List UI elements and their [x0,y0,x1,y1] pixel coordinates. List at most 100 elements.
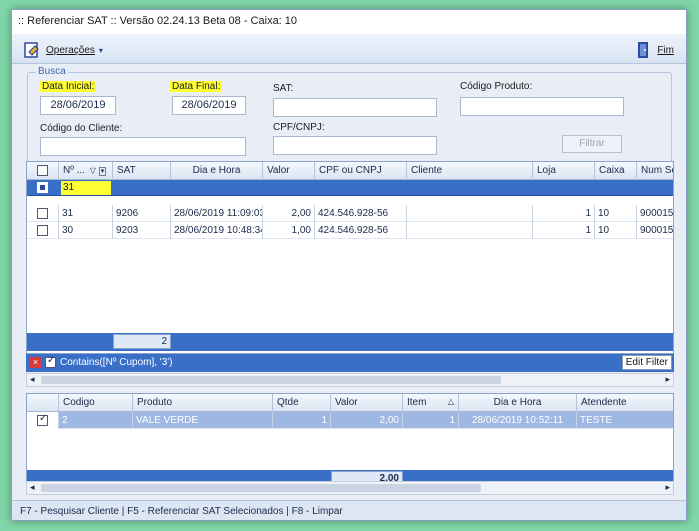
cupons-h-scrollbar[interactable]: ◂ ▸ [26,373,674,387]
col-cpf[interactable]: CPF ou CNPJ [315,162,407,180]
col-atendente[interactable]: Atendente [577,394,673,412]
col-qtde[interactable]: Qtde [273,394,331,412]
app-window: :: Referenciar SAT :: Versão 02.24.13 Be… [11,9,687,521]
menu-fim-label: Fim [657,44,674,56]
sat-field[interactable] [273,98,437,117]
clear-filter-icon[interactable]: × [30,357,41,368]
codigo-produto-field[interactable] [460,97,624,116]
cpf-cnpj-field[interactable] [273,136,437,155]
cell-dia-hora: 28/06/2019 10:48:34 [171,222,263,239]
sort-desc-icon: ▽ [89,166,96,175]
scroll-left-icon[interactable]: ◂ [30,482,35,493]
cell-produto: VALE VERDE [133,412,273,429]
scroll-thumb[interactable] [41,484,481,492]
col-num-cupom-label: Nº ... [63,165,85,176]
data-inicial-field[interactable]: 28/06/2019 [40,96,116,115]
cell-caixa: 10 [595,205,637,222]
col-sat[interactable]: SAT [113,162,171,180]
chevron-down-icon: ▾ [98,45,103,55]
cell-sat: 9203 [113,222,171,239]
menu-fim[interactable]: Fim [635,41,674,59]
table-row[interactable]: 30 9203 28/06/2019 10:48:34 1,00 424.546… [27,222,673,239]
cpf-cnpj-label: CPF/CNPJ: [273,122,325,133]
exit-door-icon [638,42,649,58]
scroll-left-icon[interactable]: ◂ [30,374,35,385]
row-checkbox[interactable] [37,225,48,236]
data-inicial-label: Data Inicial: [40,81,97,92]
scroll-thumb[interactable] [41,376,501,384]
cupons-grid-header: Nº ... ▽ ▾ SAT Dia e Hora Valor CPF ou C… [27,162,673,180]
cell-loja: 1 [533,205,595,222]
cell-valor: 1,00 [263,222,315,239]
select-all-checkbox[interactable] [37,165,48,176]
table-row[interactable]: ✓ 2 VALE VERDE 1 2,00 1 28/06/2019 10:52… [27,412,673,429]
cell-loja: 1 [533,222,595,239]
col-dia-hora[interactable]: Dia e Hora [171,162,263,180]
cell-item: 1 [403,412,459,429]
col-num-serie[interactable]: Num Sér [637,162,673,180]
cell-valor: 2,00 [331,412,403,429]
cell-caixa: 10 [595,222,637,239]
row-checkbox[interactable]: ✓ [37,413,48,426]
col-codigo[interactable]: Codigo [59,394,133,412]
col-valor-item[interactable]: Valor [331,394,403,412]
cell-num-serie: 9000152 [640,225,674,236]
cell-atendente: TESTE [580,415,613,426]
filter-panel: × ✓ Contains([Nº Cupom], '3') Edit Filte… [26,354,674,372]
filter-icon[interactable]: ▾ [98,167,107,176]
cell-valor: 2,00 [263,205,315,222]
auto-filter-row: 31 [27,180,673,205]
edit-filter-button[interactable]: Edit Filter [621,355,672,370]
cupons-grid-footer: 2 [27,333,673,351]
col-num-cupom[interactable]: Nº ... ▽ ▾ [59,162,113,180]
status-bar: F7 - Pesquisar Cliente | F5 - Referencia… [12,500,686,520]
menu-operacoes[interactable]: Operações ▾ [24,41,103,59]
row-checkbox[interactable] [37,208,48,219]
data-final-label: Data Final: [170,81,223,92]
table-row[interactable]: 31 9206 28/06/2019 11:09:03 2,00 424.546… [27,205,673,222]
col-caixa[interactable]: Caixa [595,162,637,180]
menu-operacoes-label: Operações [46,44,95,56]
cell-cliente [407,222,533,239]
itens-grid: Codigo Produto Qtde Valor Item △ Dia e H… [26,393,674,489]
cell-num-serie: 9000152 [640,208,674,219]
cell-num: 30 [59,222,113,239]
filtrar-button[interactable]: Filtrar [562,135,622,153]
filter-expression: Contains([Nº Cupom], '3') [60,357,173,368]
col-dia-hora-item[interactable]: Dia e Hora [459,394,577,412]
cupons-grid: Nº ... ▽ ▾ SAT Dia e Hora Valor CPF ou C… [26,161,674,354]
footer-count: 2 [113,334,171,349]
itens-h-scrollbar[interactable]: ◂ ▸ [26,481,674,495]
col-cliente[interactable]: Cliente [407,162,533,180]
data-final-field[interactable]: 28/06/2019 [172,96,246,115]
cell-cliente [407,205,533,222]
cell-dia-hora: 28/06/2019 11:09:03 [171,205,263,222]
itens-select-cell [27,394,59,412]
filter-enabled-checkbox[interactable]: ✓ [45,355,56,368]
filter-num-cupom-input[interactable]: 31 [61,181,111,195]
codigo-cliente-field[interactable] [40,137,246,156]
cell-dia-hora: 28/06/2019 10:52:11 [459,412,577,429]
col-loja[interactable]: Loja [533,162,595,180]
window-title: :: Referenciar SAT :: Versão 02.24.13 Be… [12,10,686,34]
filter-row-checkbox[interactable] [37,182,48,193]
cell-cpf: 424.546.928-56 [315,205,407,222]
col-item-label: Item [407,397,427,408]
operations-icon [24,42,39,58]
col-item[interactable]: Item △ [403,394,459,412]
scroll-right-icon[interactable]: ▸ [665,374,670,385]
scroll-right-icon[interactable]: ▸ [665,482,670,493]
sort-asc-icon: △ [447,397,454,406]
cell-num: 31 [59,205,113,222]
col-produto[interactable]: Produto [133,394,273,412]
itens-grid-header: Codigo Produto Qtde Valor Item △ Dia e H… [27,394,673,412]
menu-bar: Operações ▾ Fim [12,34,686,64]
codigo-cliente-label: Código do Cliente: [40,123,123,134]
cell-qtde: 1 [273,412,331,429]
select-all-cell[interactable] [27,162,59,180]
col-valor[interactable]: Valor [263,162,315,180]
sat-label: SAT: [273,83,294,94]
busca-title: Busca [36,66,68,77]
codigo-produto-label: Código Produto: [460,81,533,92]
cell-sat: 9206 [113,205,171,222]
